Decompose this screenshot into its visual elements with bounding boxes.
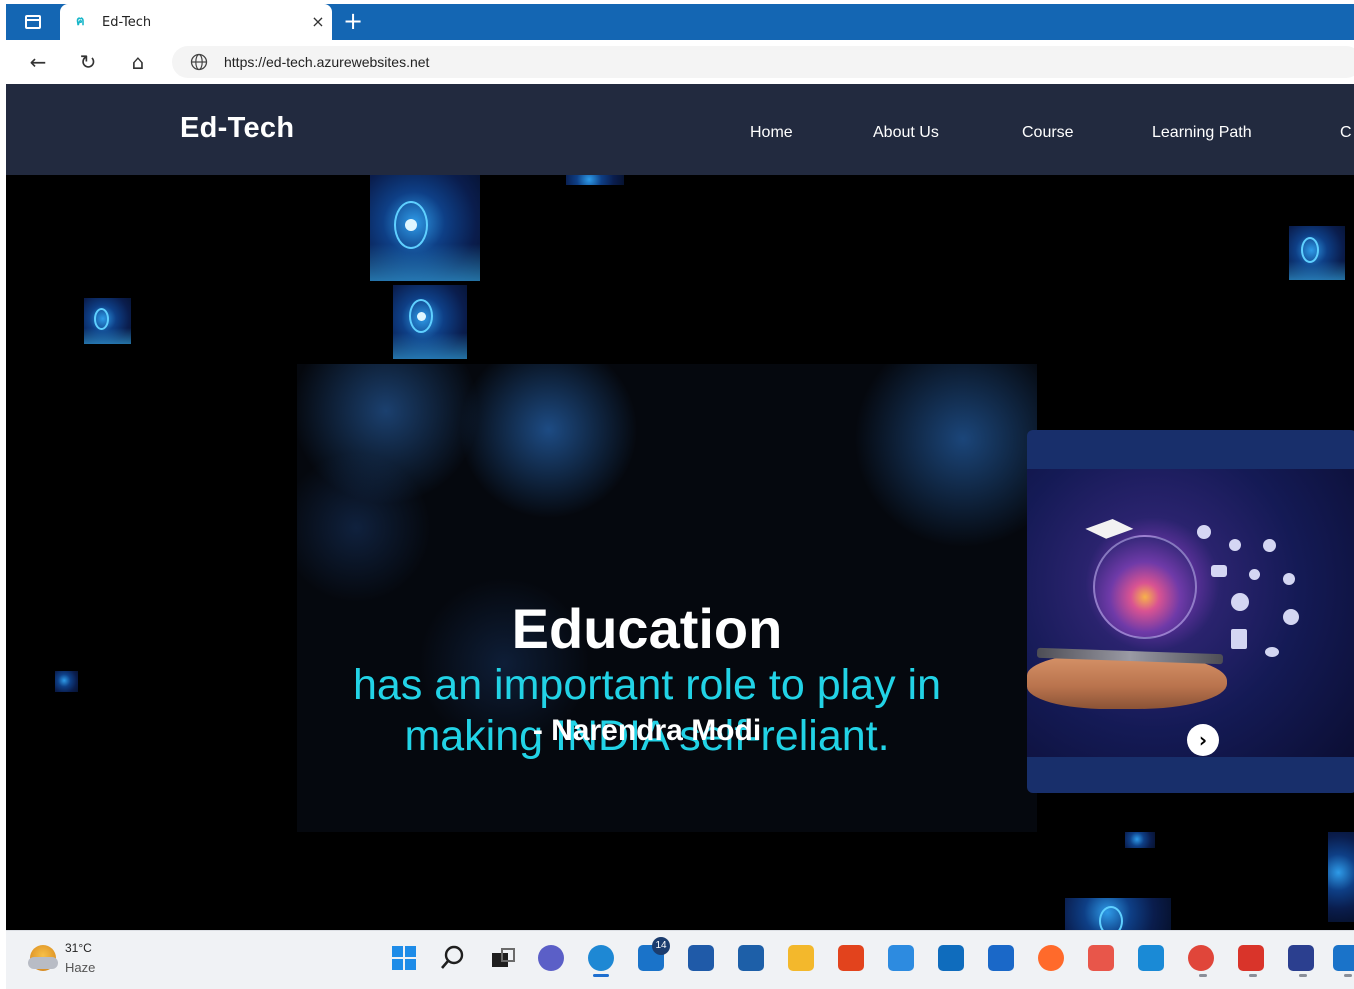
atom-icon bbox=[1263, 539, 1276, 552]
reload-button[interactable]: ↻ bbox=[74, 48, 102, 76]
floating-education-image bbox=[55, 671, 78, 692]
url-text: https://ed-tech.azurewebsites.net bbox=[224, 54, 430, 70]
browser-tab-active[interactable]: ฅ Ed-Tech × bbox=[60, 4, 332, 40]
tab-title: Ed-Tech bbox=[102, 14, 152, 30]
floating-education-image bbox=[370, 175, 480, 281]
hero-heading: Education bbox=[511, 597, 783, 660]
gear-ring-icon bbox=[1099, 906, 1123, 930]
nav-link-home[interactable]: Home bbox=[750, 124, 793, 142]
tab-actions-button[interactable] bbox=[6, 4, 60, 40]
hero-quote-section: Education has an important role to play … bbox=[297, 364, 1037, 832]
carousel-card: › bbox=[1027, 430, 1354, 793]
search-icon[interactable] bbox=[438, 943, 468, 973]
education-globe-image bbox=[1027, 469, 1354, 757]
gear-ring-icon bbox=[94, 308, 109, 330]
tab-actions-icon bbox=[25, 15, 41, 29]
home-button[interactable]: ⌂ bbox=[124, 48, 152, 76]
git-icon[interactable] bbox=[1088, 945, 1114, 971]
atom-icon bbox=[1231, 593, 1249, 611]
site-navbar: Ed-Tech Home About Us Course Learning Pa… bbox=[6, 84, 1354, 175]
floating-education-image bbox=[393, 285, 467, 359]
nav-link-truncated[interactable]: C bbox=[1340, 124, 1352, 142]
back-button[interactable]: ← bbox=[24, 48, 52, 76]
cloud-icon bbox=[1265, 647, 1279, 657]
house-icon bbox=[405, 219, 417, 231]
address-bar-row: ← ↻ ⌂ https://ed-tech.azurewebsites.net bbox=[6, 40, 1354, 84]
nav-link-about-us[interactable]: About Us bbox=[873, 124, 939, 142]
store-icon[interactable] bbox=[688, 945, 714, 971]
wps-office-icon[interactable] bbox=[1238, 945, 1264, 977]
edge-icon[interactable] bbox=[588, 945, 614, 977]
running-indicator bbox=[1344, 974, 1352, 977]
globe-icon bbox=[190, 53, 208, 71]
brand-logo[interactable]: Ed-Tech bbox=[180, 112, 294, 145]
site-favicon-icon: ฅ bbox=[76, 14, 85, 29]
floating-education-image bbox=[1065, 898, 1171, 930]
teams-chat-icon[interactable] bbox=[538, 945, 564, 971]
running-indicator bbox=[1299, 974, 1307, 977]
carousel-next-button[interactable]: › bbox=[1187, 724, 1219, 756]
running-indicator bbox=[593, 974, 609, 977]
word-app-icon[interactable] bbox=[1288, 945, 1314, 977]
url-field[interactable]: https://ed-tech.azurewebsites.net bbox=[172, 46, 1354, 78]
weather-temperature: 31°C bbox=[65, 941, 92, 955]
floating-education-image bbox=[1125, 832, 1155, 848]
start-icon[interactable] bbox=[389, 943, 419, 973]
running-indicator bbox=[1249, 974, 1257, 977]
calculator-icon bbox=[1231, 629, 1247, 649]
website-viewport: Ed-Tech Home About Us Course Learning Pa… bbox=[6, 84, 1354, 930]
outlook-icon[interactable] bbox=[938, 945, 964, 971]
globe-small-icon bbox=[1283, 573, 1295, 585]
mail-icon[interactable]: 14 bbox=[638, 937, 670, 971]
wave-decoration bbox=[393, 333, 467, 359]
task-view-icon[interactable] bbox=[488, 943, 518, 973]
house-icon bbox=[417, 312, 426, 321]
powershell-icon[interactable] bbox=[738, 945, 764, 971]
hero-quote-author: - Narendra Modi bbox=[532, 714, 762, 747]
firefox-icon[interactable] bbox=[1038, 945, 1064, 971]
book-icon bbox=[1211, 565, 1227, 577]
wave-decoration bbox=[84, 327, 131, 344]
globe-illustration bbox=[1093, 535, 1197, 639]
nav-link-course[interactable]: Course bbox=[1022, 124, 1074, 142]
app-icon[interactable] bbox=[1333, 945, 1354, 977]
tips-icon[interactable] bbox=[888, 945, 914, 971]
floating-education-image bbox=[84, 298, 131, 344]
wave-decoration bbox=[1289, 261, 1345, 280]
floating-education-image bbox=[566, 175, 624, 185]
taskbar: 31°C Haze 14 bbox=[6, 930, 1354, 989]
vscode-icon[interactable] bbox=[1138, 945, 1164, 971]
gear-ring-icon bbox=[1301, 237, 1319, 263]
new-tab-button[interactable]: + bbox=[340, 8, 366, 36]
mail-unread-badge: 14 bbox=[652, 937, 670, 955]
browser-tab-bar: ฅ Ed-Tech × + bbox=[6, 4, 1354, 40]
defender-icon[interactable] bbox=[988, 945, 1014, 971]
tab-close-button[interactable]: × bbox=[308, 12, 328, 32]
office-icon[interactable] bbox=[838, 945, 864, 971]
nav-link-learning-path[interactable]: Learning Path bbox=[1152, 124, 1252, 142]
lightbulb-icon bbox=[1197, 525, 1211, 539]
floating-education-image bbox=[1289, 226, 1345, 280]
weather-haze-icon bbox=[28, 957, 58, 969]
wave-decoration bbox=[370, 243, 480, 281]
weather-condition: Haze bbox=[65, 960, 96, 975]
gear-icon bbox=[1229, 539, 1241, 551]
file-explorer-icon[interactable] bbox=[788, 945, 814, 971]
floating-education-image bbox=[1328, 832, 1354, 922]
target-icon bbox=[1283, 609, 1299, 625]
chrome-icon[interactable] bbox=[1188, 945, 1214, 977]
running-indicator bbox=[1199, 974, 1207, 977]
flask-icon bbox=[1249, 569, 1260, 580]
